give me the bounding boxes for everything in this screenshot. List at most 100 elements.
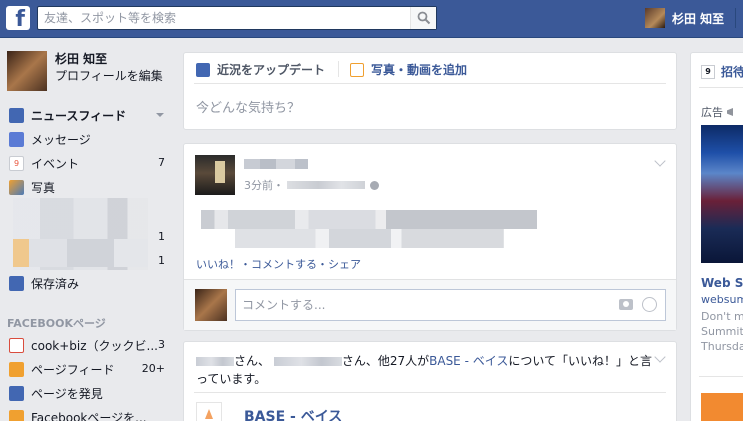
story-text: さん、 さん、他27人がBASE - ベイスについて「いいね！」と言っています。 bbox=[196, 352, 656, 388]
nav-count: 1 bbox=[158, 254, 165, 267]
page-count: 3 bbox=[158, 338, 165, 351]
ad-label: 広告 bbox=[701, 104, 737, 120]
status-input[interactable]: 今どんな気持ち？ bbox=[196, 97, 300, 116]
ad-desc-line: Summit bbox=[701, 325, 743, 338]
ad-description: Don't mi Summit Thursda bbox=[701, 309, 743, 354]
emoji-icon[interactable] bbox=[642, 297, 657, 312]
pages-section-title[interactable]: FACEBOOKページ bbox=[7, 315, 106, 331]
ad-banner[interactable] bbox=[701, 393, 743, 421]
facebook-logo[interactable]: f bbox=[6, 6, 30, 30]
profile-name[interactable]: 杉田 知至 bbox=[55, 51, 163, 67]
comment-input[interactable] bbox=[236, 290, 606, 320]
search-input[interactable] bbox=[38, 7, 410, 29]
add-photo-tab[interactable]: 写真・動画を追加 bbox=[350, 61, 467, 78]
blurred-nav-items-2 bbox=[13, 239, 148, 267]
pages-feed-icon bbox=[9, 361, 24, 377]
blurred-name[interactable] bbox=[273, 357, 342, 366]
page-item-pages-feed[interactable]: ページフィード 20+ bbox=[0, 357, 178, 381]
page-label: cook+biz（クックビ... bbox=[31, 338, 158, 353]
page-label: ページフィード bbox=[31, 362, 115, 377]
search-box bbox=[37, 6, 437, 30]
comment-box bbox=[235, 289, 666, 321]
update-status-tab[interactable]: 近況をアップデート bbox=[196, 61, 325, 78]
ad-url[interactable]: websum bbox=[701, 293, 743, 306]
nav-label: メッセージ bbox=[31, 132, 91, 147]
page-label: ページを発見 bbox=[31, 386, 103, 401]
nav-list: ニュースフィード メッセージ 9 イベント 7 写真 bbox=[0, 103, 178, 199]
story-divider bbox=[194, 392, 666, 393]
camera-icon[interactable] bbox=[619, 299, 633, 310]
feed-post: 3分前・ いいね！・コメントする・シェア bbox=[183, 143, 677, 331]
search-icon bbox=[417, 11, 431, 25]
chevron-down-icon[interactable] bbox=[654, 155, 666, 167]
nav-count: 1 bbox=[158, 230, 165, 243]
nav-item-photos[interactable]: 写真 bbox=[0, 175, 178, 199]
add-photo-label: 写真・動画を追加 bbox=[371, 63, 468, 77]
invite-label: 招待 bbox=[721, 65, 743, 79]
story-page-title[interactable]: BASE - ベイス bbox=[244, 406, 342, 421]
post-author-name[interactable] bbox=[244, 159, 308, 169]
nav-label: イベント bbox=[31, 156, 80, 171]
profile-edit-link[interactable]: プロフィールを編集 bbox=[55, 67, 163, 85]
invite-link[interactable]: 9 招待 bbox=[701, 63, 743, 80]
post-meta: 3分前・ bbox=[244, 177, 379, 193]
composer-divider bbox=[338, 61, 339, 77]
top-avatar bbox=[645, 8, 665, 28]
events-icon: 9 bbox=[9, 155, 24, 171]
right-divider bbox=[699, 87, 743, 88]
calendar-icon: 9 bbox=[701, 64, 715, 79]
ad-desc-line: Don't mi bbox=[701, 310, 743, 323]
ad-image[interactable] bbox=[701, 125, 743, 263]
ad-title[interactable]: Web Su bbox=[701, 276, 743, 290]
blurred-name[interactable] bbox=[196, 357, 234, 366]
nav-label: 保存済み bbox=[31, 276, 80, 291]
commenter-avatar[interactable] bbox=[195, 289, 227, 321]
pages-list: cook+biz（クックビ... 3 ページフィード 20+ ページを発見 Fa… bbox=[0, 333, 178, 421]
nav-label: ニュースフィード bbox=[31, 108, 127, 123]
top-user-name: 杉田 知至 bbox=[672, 11, 725, 26]
globe-icon[interactable] bbox=[370, 180, 379, 190]
photo-icon bbox=[350, 62, 364, 77]
nav-item-events[interactable]: 9 イベント 7 bbox=[0, 151, 178, 175]
create-page-icon bbox=[9, 409, 24, 421]
status-composer: 近況をアップデート 写真・動画を追加 今どんな気持ち？ bbox=[183, 52, 677, 130]
post-actions[interactable]: いいね！・コメントする・シェア bbox=[196, 256, 361, 272]
story-page-link[interactable]: BASE - ベイス bbox=[429, 354, 508, 368]
story-page-logo[interactable] bbox=[196, 402, 222, 421]
profile-block[interactable]: 杉田 知至 プロフィールを編集 bbox=[7, 51, 163, 91]
chevron-down-icon[interactable] bbox=[156, 113, 164, 117]
composer-divider bbox=[194, 83, 666, 84]
photos-icon bbox=[9, 179, 24, 195]
post-location[interactable] bbox=[287, 181, 365, 189]
page-count: 20+ bbox=[141, 362, 165, 375]
post-timestamp[interactable]: 3分前・ bbox=[244, 177, 284, 193]
page-item-create[interactable]: Facebookページを... bbox=[0, 405, 178, 421]
discover-pages-icon bbox=[9, 385, 24, 401]
nav-item-messages[interactable]: メッセージ bbox=[0, 127, 178, 151]
nav-item-newsfeed[interactable]: ニュースフィード bbox=[0, 103, 178, 127]
story-text-part: さん、 bbox=[234, 354, 271, 368]
nav-item-saved[interactable]: 保存済み bbox=[0, 271, 178, 295]
profile-avatar[interactable] bbox=[7, 51, 47, 91]
page-item-cookbiz[interactable]: cook+biz（クックビ... 3 bbox=[0, 333, 178, 357]
right-divider bbox=[699, 376, 743, 377]
update-status-label: 近況をアップデート bbox=[217, 63, 326, 77]
post-author-avatar[interactable] bbox=[195, 155, 235, 195]
newsfeed-icon bbox=[9, 107, 24, 123]
pencil-icon bbox=[196, 62, 210, 77]
top-divider bbox=[735, 8, 736, 28]
right-column: 9 招待 広告 Web Su websum Don't mi Summit Th… bbox=[690, 52, 743, 421]
post-text bbox=[201, 210, 537, 248]
cookbiz-icon bbox=[9, 337, 24, 353]
comment-area bbox=[184, 279, 676, 330]
page-label: Facebookページを... bbox=[31, 410, 147, 421]
chevron-down-icon[interactable] bbox=[654, 351, 666, 363]
search-button[interactable] bbox=[410, 7, 436, 29]
messages-icon bbox=[9, 131, 24, 147]
megaphone-icon[interactable] bbox=[727, 108, 733, 116]
page-item-discover[interactable]: ページを発見 bbox=[0, 381, 178, 405]
top-user-link[interactable]: 杉田 知至 bbox=[645, 6, 724, 30]
feed-story: さん、 さん、他27人がBASE - ベイスについて「いいね！」と言っています。… bbox=[183, 341, 677, 421]
ad-label-text: 広告 bbox=[701, 106, 723, 119]
story-text-part: さん、他27人が bbox=[341, 354, 430, 368]
